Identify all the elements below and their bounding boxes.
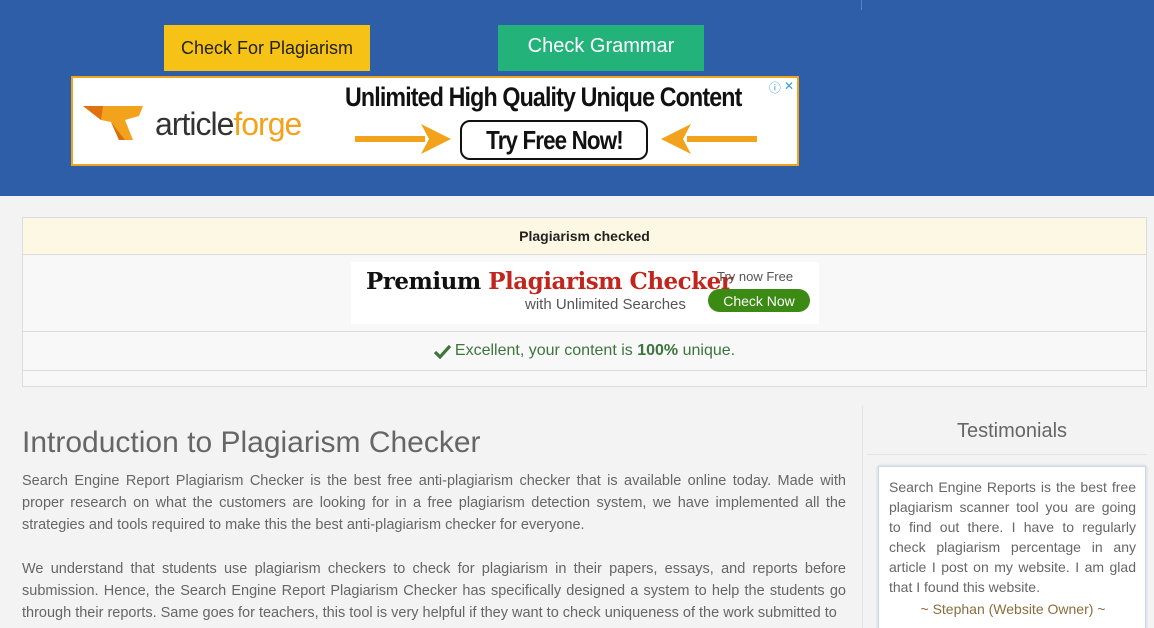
result-panel-title: Plagiarism checked	[23, 218, 1146, 255]
try-now-free-label: Try now Free	[717, 269, 794, 284]
header-band: Check For Plagiarism Check Grammar ⓘ ✕ a…	[0, 0, 1154, 196]
premium-ad-subline: with Unlimited Searches	[525, 296, 686, 313]
ad-info-icon[interactable]: ⓘ	[769, 79, 781, 96]
check-plagiarism-button[interactable]: Check For Plagiarism	[164, 25, 370, 71]
ad-headline: Unlimited High Quality Unique Content	[345, 82, 742, 112]
intro-paragraph-2: We understand that students use plagiari…	[22, 561, 846, 621]
try-free-now-button[interactable]: Try Free Now!	[460, 120, 648, 160]
header-divider	[861, 0, 862, 10]
plagiarism-checker-word: Plagiarism Checker	[488, 268, 733, 295]
testimonials-rule	[867, 454, 1147, 455]
result-percent: 100%	[637, 342, 679, 359]
check-now-button[interactable]: Check Now	[708, 289, 810, 312]
result-prefix: Excellent, your content is	[454, 342, 633, 359]
check-grammar-button[interactable]: Check Grammar	[498, 25, 704, 71]
articleforge-ad-banner[interactable]: ⓘ ✕ articleforge Unlimited High Quality …	[71, 76, 799, 166]
premium-word: Premium	[366, 268, 481, 295]
premium-ad-row: Premium Plagiarism Checker with Unlimite…	[23, 255, 1146, 332]
intro-paragraph-1: Search Engine Report Plagiarism Checker …	[22, 473, 846, 533]
ad-close-icon[interactable]: ✕	[784, 79, 794, 96]
checkmark-icon	[433, 344, 451, 359]
arrow-left-icon	[661, 124, 757, 154]
premium-ad-heading: Premium Plagiarism Checker	[366, 268, 733, 295]
arrow-right-icon	[355, 124, 451, 154]
testimonial-card: Search Engine Reports is the best free p…	[878, 466, 1146, 628]
ad-controls: ⓘ ✕	[766, 78, 797, 97]
articleforge-logo-icon	[83, 106, 143, 140]
result-panel: Plagiarism checked Premium Plagiarism Ch…	[22, 217, 1147, 387]
result-suffix: unique.	[682, 342, 736, 359]
premium-checker-ad[interactable]: Premium Plagiarism Checker with Unlimite…	[351, 262, 819, 324]
brand-article: article	[155, 106, 234, 142]
result-message: Excellent, your content is 100% unique.	[23, 332, 1146, 371]
brand-forge: forge	[233, 106, 302, 142]
testimonial-quote: Search Engine Reports is the best free p…	[889, 479, 1136, 595]
sidebar-divider	[862, 406, 863, 628]
testimonials-heading: Testimonials	[956, 420, 1068, 442]
intro-heading: Introduction to Plagiarism Checker	[22, 426, 481, 459]
articleforge-brand: articleforge	[155, 106, 302, 143]
testimonial-author: ~ Stephan (Website Owner) ~	[920, 601, 1106, 617]
